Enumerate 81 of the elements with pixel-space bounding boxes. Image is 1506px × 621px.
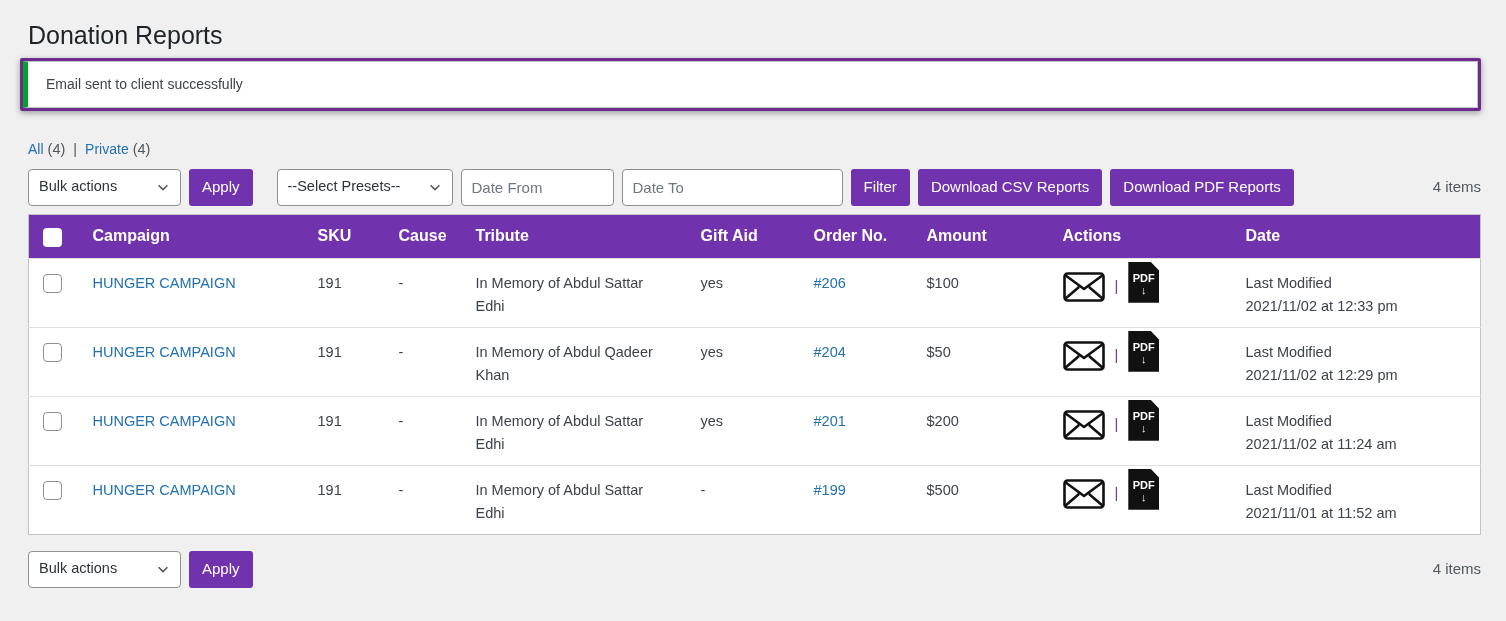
column-header: Amount (926, 227, 987, 245)
column-header: Gift Aid (700, 227, 758, 245)
row-checkbox[interactable] (43, 412, 62, 432)
pdf-download-button[interactable]: PDF ↓ (1128, 261, 1160, 303)
cause-text: - (398, 481, 404, 498)
order-link[interactable]: #201 (813, 412, 846, 429)
action-separator: | (1114, 485, 1119, 502)
page-title: Donation Reports (28, 20, 224, 50)
tribute-text: In Memory of Abdul Qadeer Khan (475, 343, 653, 383)
items-count: 4 items (1432, 559, 1481, 579)
date-text: 2021/11/02 at 12:33 pm (1245, 296, 1399, 316)
envelope-icon[interactable] (1062, 341, 1105, 372)
apply-button[interactable]: Apply (189, 168, 253, 206)
column-header: SKU (317, 227, 352, 245)
date-text: 2021/11/01 at 11:52 am (1245, 503, 1398, 523)
cause-text: - (398, 412, 404, 429)
cause-text: - (398, 343, 404, 360)
download-csv-button[interactable]: Download CSV Reports (917, 168, 1103, 206)
pdf-download-button[interactable]: PDF ↓ (1128, 468, 1160, 510)
column-header: Campaign (92, 227, 170, 245)
amount-text: $500 (926, 481, 959, 498)
column-header: Order No. (813, 227, 888, 245)
apply-button[interactable]: Apply (189, 550, 253, 588)
date-to-field[interactable]: Date To (621, 168, 843, 206)
column-header: Tribute (475, 227, 529, 245)
presets-dropdown[interactable]: --Select Presets-- (276, 168, 453, 206)
date-label: Last Modified (1245, 411, 1333, 431)
amount-text: $100 (926, 274, 959, 291)
gift-aid-text: - (700, 481, 706, 498)
order-link[interactable]: #204 (813, 343, 846, 360)
campaign-link[interactable]: HUNGER CAMPAIGN (92, 274, 236, 291)
sku-text: 191 (317, 274, 342, 291)
campaign-link[interactable]: HUNGER CAMPAIGN (92, 412, 236, 429)
date-from-field[interactable]: Date From (460, 168, 614, 206)
action-separator: | (1114, 416, 1119, 433)
cause-text: - (398, 274, 404, 291)
items-count: 4 items (1432, 177, 1481, 197)
date-label: Last Modified (1245, 480, 1333, 500)
bulk-actions-dropdown[interactable]: Bulk actions (28, 168, 181, 206)
filter-button[interactable]: Filter (850, 168, 910, 206)
view-filter-link[interactable]: All (28, 141, 44, 157)
date-label: Last Modified (1245, 342, 1333, 362)
date-label: Last Modified (1245, 273, 1333, 293)
action-separator: | (1114, 347, 1119, 364)
view-separator: | (73, 140, 78, 159)
campaign-link[interactable]: HUNGER CAMPAIGN (92, 343, 236, 360)
success-notice: Email sent to client successfully (23, 61, 1478, 108)
sku-text: 191 (317, 481, 342, 498)
select-all-checkbox[interactable] (43, 227, 62, 247)
view-count: (4) (47, 141, 66, 157)
column-header: Date (1245, 227, 1281, 245)
bulk-actions-dropdown[interactable]: Bulk actions (28, 550, 181, 588)
view-count: (4) (132, 141, 151, 157)
sku-text: 191 (317, 412, 342, 429)
action-separator: | (1114, 278, 1119, 295)
gift-aid-text: yes (700, 412, 724, 429)
campaign-link[interactable]: HUNGER CAMPAIGN (92, 481, 236, 498)
pdf-download-button[interactable]: PDF ↓ (1128, 330, 1160, 372)
order-link[interactable]: #199 (813, 481, 846, 498)
gift-aid-text: yes (700, 274, 724, 291)
pdf-download-button[interactable]: PDF ↓ (1128, 399, 1160, 441)
envelope-icon[interactable] (1062, 410, 1105, 441)
gift-aid-text: yes (700, 343, 724, 360)
envelope-icon[interactable] (1062, 479, 1105, 510)
row-checkbox[interactable] (43, 343, 62, 363)
column-header: Actions (1062, 227, 1122, 245)
tribute-text: In Memory of Abdul Sattar Edhi (475, 412, 644, 452)
amount-text: $200 (926, 412, 959, 429)
row-checkbox[interactable] (43, 274, 62, 294)
view-filter-link[interactable]: Private (85, 141, 129, 157)
date-text: 2021/11/02 at 11:24 am (1245, 434, 1398, 454)
date-text: 2021/11/02 at 12:29 pm (1245, 365, 1399, 385)
sku-text: 191 (317, 343, 342, 360)
tribute-text: In Memory of Abdul Sattar Edhi (475, 481, 644, 521)
download-pdf-button[interactable]: Download PDF Reports (1110, 168, 1294, 206)
column-header: Cause (398, 227, 447, 245)
order-link[interactable]: #206 (813, 274, 846, 291)
tribute-text: In Memory of Abdul Sattar Edhi (475, 274, 644, 314)
envelope-icon[interactable] (1062, 272, 1105, 303)
amount-text: $50 (926, 343, 951, 360)
row-checkbox[interactable] (43, 481, 62, 501)
